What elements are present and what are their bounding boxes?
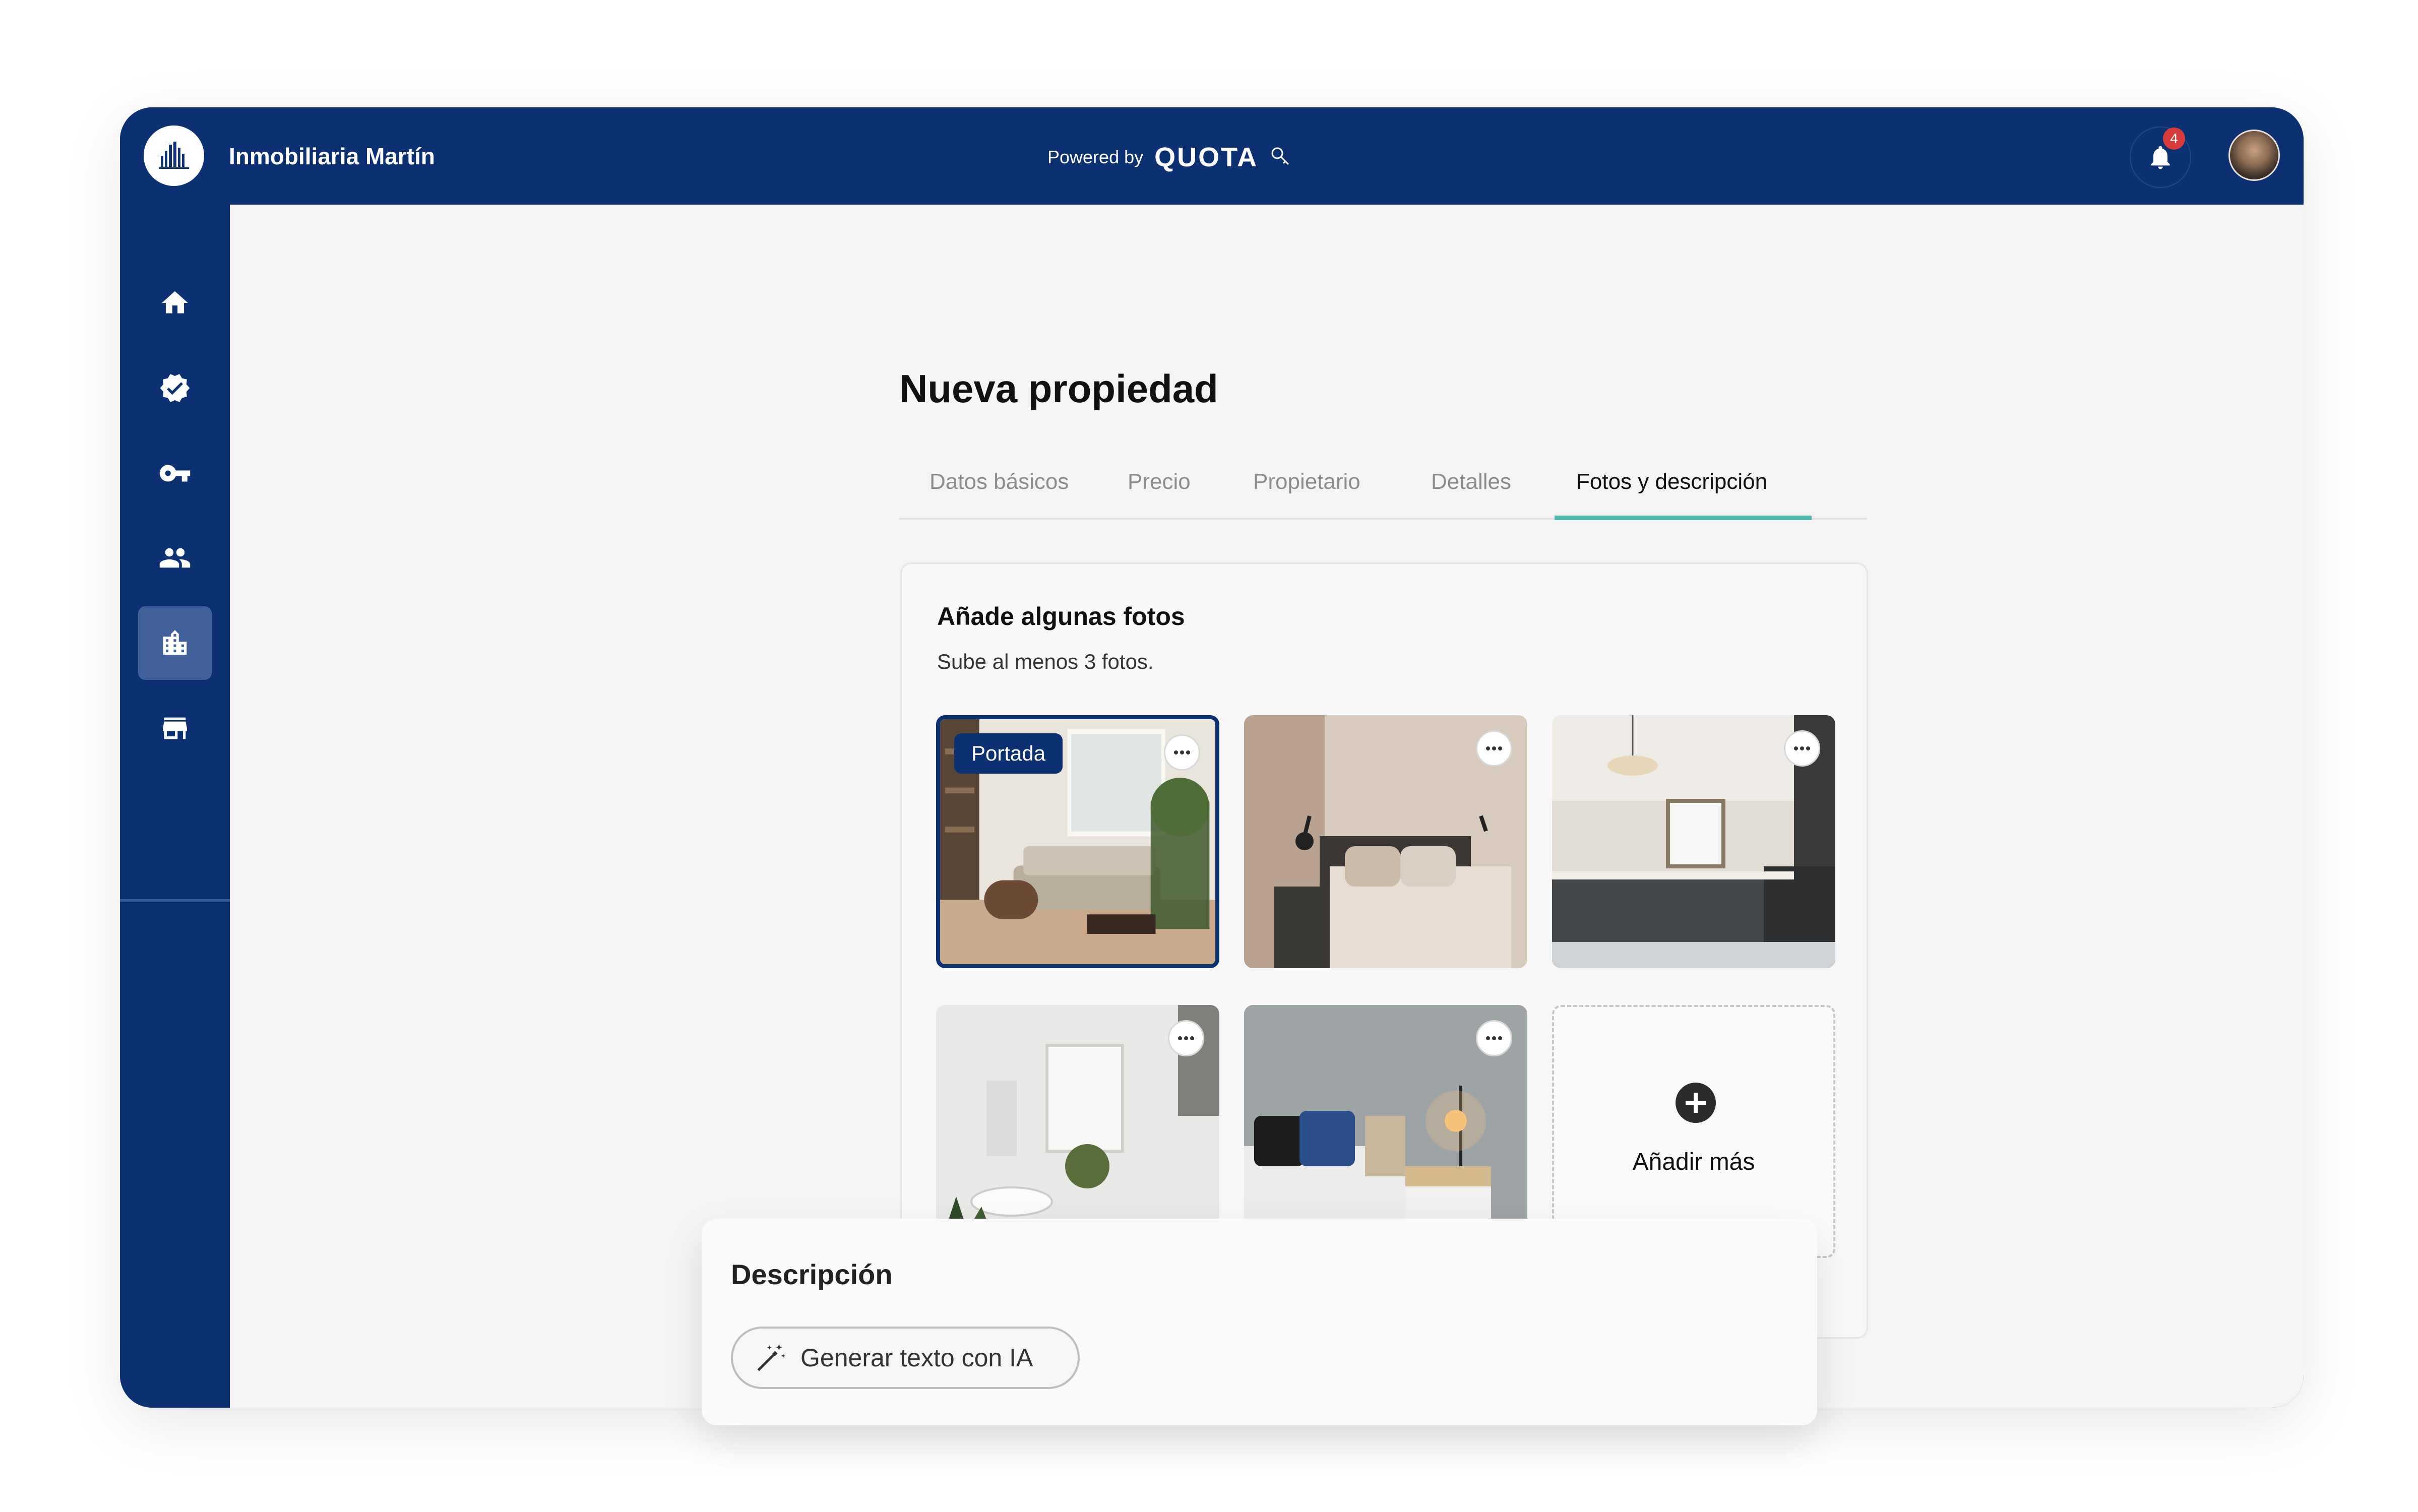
photo-options-button[interactable]: [1476, 730, 1512, 767]
people-icon: [159, 548, 191, 568]
active-tab-indicator: [1555, 516, 1812, 520]
sidebar-item-keys[interactable]: [138, 436, 212, 510]
cover-badge: Portada: [954, 733, 1063, 774]
key-icon: [159, 465, 191, 482]
tab-detalles[interactable]: Detalles: [1431, 469, 1511, 494]
photo-kitchen[interactable]: [1552, 715, 1835, 968]
brand-name: Inmobiliaria Martín: [229, 143, 435, 169]
home-icon: [162, 291, 188, 313]
page-title: Nueva propiedad: [899, 366, 1218, 411]
photos-title: Añade algunas fotos: [937, 602, 1185, 631]
generate-ai-text-button[interactable]: Generar texto con IA: [731, 1327, 1080, 1389]
sidebar-divider: [120, 899, 230, 902]
brand-logo[interactable]: [144, 125, 204, 186]
photo-options-button[interactable]: [1164, 734, 1200, 771]
quota-brand: QUOTA: [1154, 142, 1259, 172]
powered-by-label: Powered by: [1047, 147, 1144, 167]
app-window: Inmobiliaria Martín Powered by QUOTA 4 N…: [120, 107, 2304, 1408]
notification-badge: 4: [2163, 128, 2185, 150]
top-bar: Inmobiliaria Martín Powered by QUOTA 4: [120, 107, 2304, 205]
add-circle-icon: [1676, 1083, 1716, 1123]
tab-propietario[interactable]: Propietario: [1253, 469, 1360, 494]
building-skyline-icon: [159, 142, 189, 169]
more-horizontal-icon: [1486, 1036, 1502, 1040]
more-horizontal-icon: [1174, 750, 1190, 754]
more-horizontal-icon: [1178, 1036, 1194, 1040]
photo-options-button[interactable]: [1168, 1020, 1204, 1056]
tab-bar: Datos básicos Precio Propietario Detalle…: [899, 454, 1867, 520]
verified-badge-icon: [160, 374, 190, 402]
more-horizontal-icon: [1794, 746, 1810, 750]
building-icon: [163, 630, 187, 655]
store-icon: [163, 717, 187, 739]
photo-options-button[interactable]: [1476, 1020, 1512, 1056]
sidebar-item-contacts[interactable]: [138, 521, 212, 595]
key-search-icon: [1271, 147, 1289, 165]
generate-ai-text-label: Generar texto con IA: [800, 1344, 1033, 1372]
tab-precio[interactable]: Precio: [1128, 469, 1191, 494]
sidebar-item-properties[interactable]: [138, 606, 212, 680]
powered-by: Powered by QUOTA: [1047, 142, 1291, 173]
notifications-button[interactable]: 4: [2130, 127, 2191, 188]
description-card: Descripción Generar texto con IA: [702, 1219, 1817, 1425]
sidebar-item-verified[interactable]: [138, 351, 212, 425]
tab-datos-basicos[interactable]: Datos básicos: [929, 469, 1069, 494]
more-horizontal-icon: [1486, 746, 1502, 750]
sidebar-item-home[interactable]: [138, 266, 212, 340]
sidebar: [120, 205, 230, 1408]
magic-wand-icon: [757, 1344, 786, 1371]
tab-fotos-descripcion[interactable]: Fotos y descripción: [1576, 469, 1767, 494]
sidebar-item-store[interactable]: [138, 691, 212, 765]
photo-options-button[interactable]: [1784, 730, 1820, 767]
photos-subtitle: Sube al menos 3 fotos.: [937, 650, 1154, 673]
add-more-label: Añadir más: [1632, 1149, 1755, 1175]
description-title: Descripción: [731, 1258, 893, 1290]
avatar[interactable]: [2228, 130, 2280, 181]
photo-living-room[interactable]: Portada: [936, 715, 1219, 968]
photo-bedroom[interactable]: [1244, 715, 1527, 968]
